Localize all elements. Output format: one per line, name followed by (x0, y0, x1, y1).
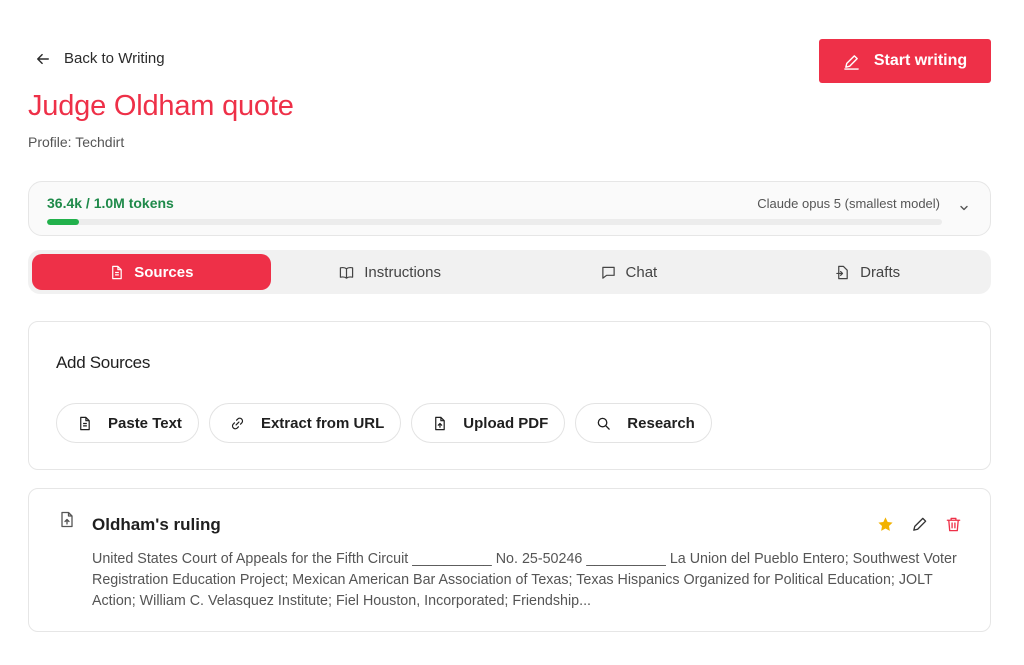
start-writing-button[interactable]: Start writing (819, 39, 991, 83)
document-icon (80, 416, 90, 430)
upload-pdf-label: Upload PDF (463, 414, 549, 432)
add-sources-title: Add Sources (56, 353, 151, 372)
model-selector-label[interactable]: Claude opus 5 (smallest model) (757, 196, 940, 211)
token-usage-card: 36.4k / 1.0M tokens Claude opus 5 (small… (28, 181, 991, 236)
trash-icon (946, 517, 960, 531)
token-progress-fill (47, 219, 80, 225)
extract-url-label: Extract from URL (260, 414, 385, 432)
tab-chat[interactable]: Chat (510, 254, 749, 290)
star-button[interactable] (876, 515, 894, 533)
arrow-left-icon (37, 53, 49, 64)
add-sources-card: Add Sources Paste Text Extract from URL … (28, 321, 991, 470)
chevron-down-icon[interactable] (958, 202, 970, 214)
tab-label: Instructions (364, 263, 441, 281)
star-icon (877, 516, 893, 531)
source-item-card[interactable]: Oldham's ruling United States Court of A… (28, 488, 991, 632)
research-label: Research (627, 414, 695, 432)
tab-instructions[interactable]: Instructions (271, 254, 510, 290)
link-icon (231, 417, 243, 429)
extract-url-button[interactable]: Extract from URL (208, 403, 402, 443)
upload-pdf-button[interactable]: Upload PDF (411, 403, 566, 443)
delete-button[interactable] (944, 515, 962, 533)
tab-bar: Sources Instructions Chat Drafts (28, 250, 991, 294)
tab-sources[interactable]: Sources (32, 254, 271, 290)
pencil-icon (912, 517, 926, 531)
tab-label: Drafts (860, 263, 901, 281)
tab-drafts[interactable]: Drafts (748, 254, 987, 290)
upload-file-icon (435, 416, 446, 430)
paste-text-button[interactable]: Paste Text (56, 403, 199, 443)
token-count: 36.4k / 1.0M tokens (47, 195, 174, 211)
book-icon (340, 266, 354, 279)
upload-file-icon (61, 511, 73, 528)
edit-button[interactable] (910, 515, 928, 533)
document-icon (112, 265, 123, 279)
chat-icon (601, 266, 615, 279)
back-to-writing-link[interactable]: Back to Writing (36, 50, 165, 67)
start-writing-label: Start writing (873, 52, 968, 69)
profile-label: Profile: Techdirt (28, 134, 125, 150)
source-title: Oldham's ruling (92, 515, 221, 534)
source-preview-text: United States Court of Appeals for the F… (92, 551, 957, 609)
tab-label: Chat (625, 263, 658, 281)
pen-icon (844, 54, 859, 70)
file-export-icon (836, 265, 848, 279)
token-progress-bar (47, 219, 942, 225)
add-source-buttons: Paste Text Extract from URL Upload PDF R… (56, 403, 712, 443)
tab-label: Sources (134, 263, 194, 281)
search-icon (597, 417, 611, 430)
research-button[interactable]: Research (575, 403, 712, 443)
back-link-label: Back to Writing (64, 50, 165, 67)
paste-text-label: Paste Text (108, 414, 182, 432)
page-title: Judge Oldham quote (28, 90, 294, 122)
source-actions (876, 515, 962, 533)
